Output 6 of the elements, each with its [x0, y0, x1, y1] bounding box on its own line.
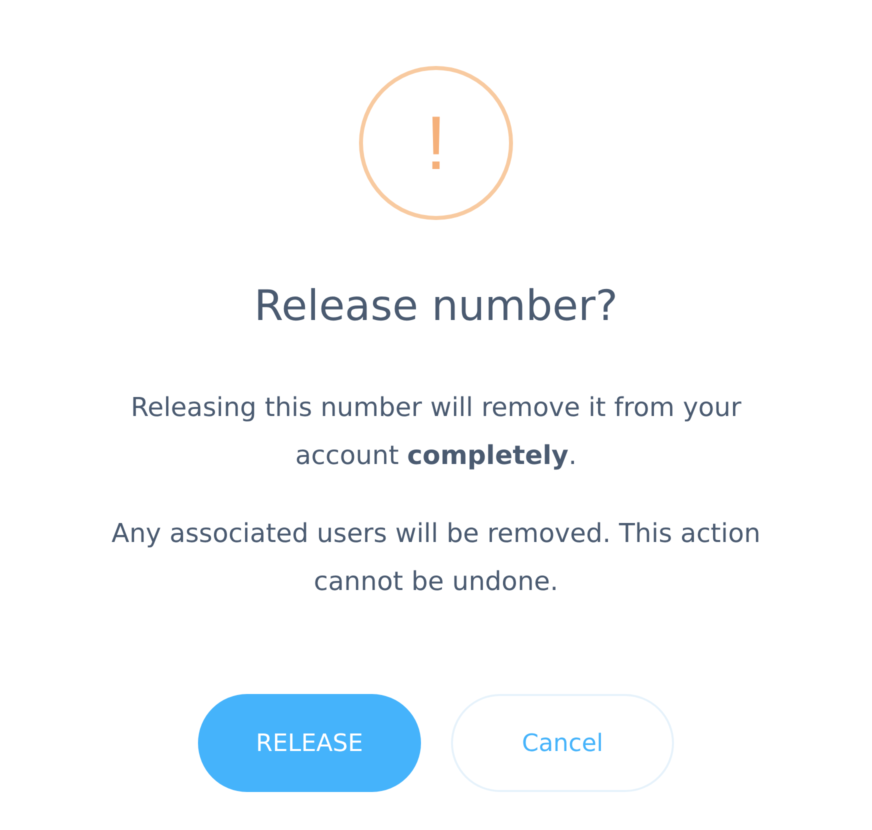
warning-icon: ! [359, 66, 513, 220]
cancel-button[interactable]: Cancel [451, 694, 674, 792]
release-button[interactable]: RELEASE [198, 694, 421, 792]
message-text: Any associated users will be removed. This action cannot be undone. [110, 518, 762, 599]
message-text: Releasing this number will remove it from your account completely. [130, 392, 742, 473]
dialog-title: Release number? [254, 280, 618, 332]
